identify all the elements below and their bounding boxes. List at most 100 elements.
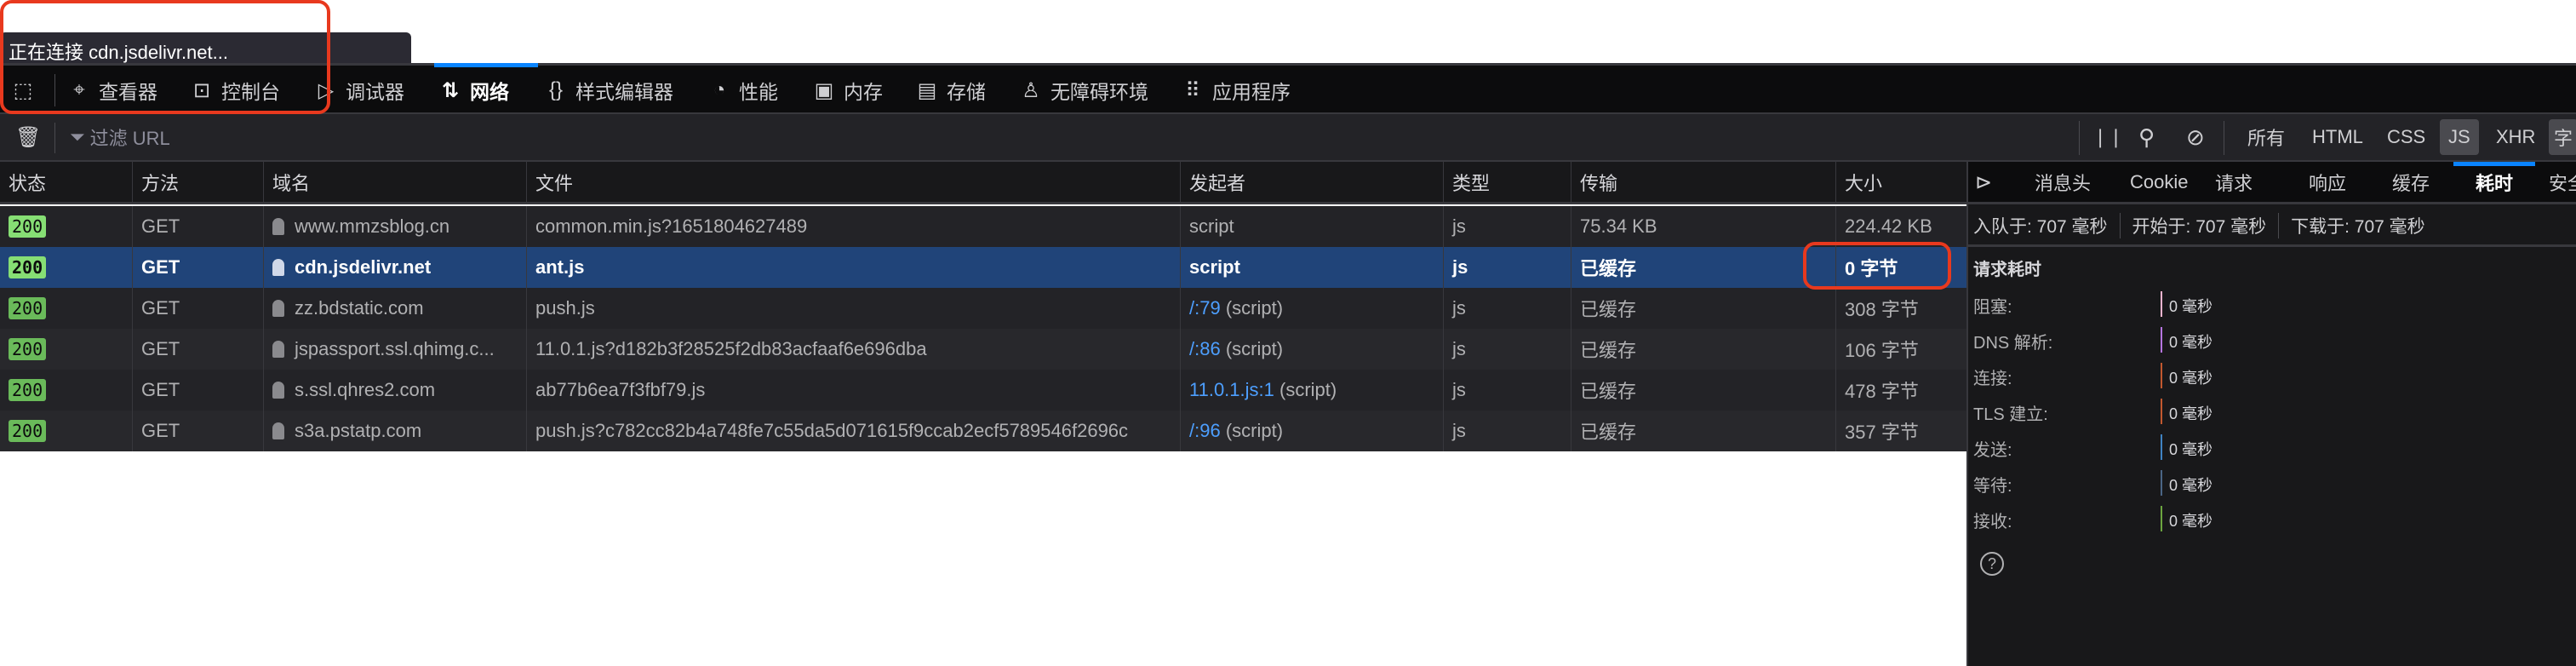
filter-all[interactable]: 所有: [2247, 114, 2285, 160]
tab-application[interactable]: ⠿ 应用程序: [1182, 66, 1291, 115]
tab-cookie[interactable]: Cookie: [2130, 162, 2188, 203]
table-row[interactable]: 200 GET jspassport.ssl.qhimg.c... 11.0.1.js…: [0, 329, 1966, 370]
search-button[interactable]: ⚲: [2138, 114, 2155, 160]
filter-xhr[interactable]: XHR: [2496, 114, 2535, 160]
timing-value: 0 毫秒: [2169, 370, 2213, 387]
col-file[interactable]: 文件: [526, 162, 1180, 202]
header-label: 域名: [272, 172, 311, 194]
status-badge: 200: [9, 420, 47, 442]
style-editor-icon: {}: [548, 78, 564, 101]
timing-bar: [2161, 434, 2162, 460]
status-badge: 200: [9, 256, 47, 278]
table-cell: 已缓存: [1571, 288, 1835, 329]
tab-label: 响应: [2309, 173, 2347, 194]
tab-request[interactable]: 请求: [2215, 162, 2253, 203]
table-cell: 200: [0, 288, 132, 329]
header-label: 大小: [1845, 172, 1883, 194]
col-size[interactable]: 大小: [1835, 162, 1966, 202]
tab-label: 内存: [844, 81, 883, 103]
method: GET: [141, 297, 180, 319]
started-at: 开始于: 707 毫秒: [2127, 212, 2280, 238]
tab-security[interactable]: 安全: [2549, 162, 2576, 203]
table-row[interactable]: 200 GET cdn.jsdelivr.net ant.js script js 已缓存 0…: [0, 247, 1966, 288]
timing-bar: [2161, 399, 2162, 424]
table-cell: GET: [132, 247, 263, 288]
col-method[interactable]: 方法: [132, 162, 263, 202]
timing-bar: [2161, 470, 2162, 496]
filter-html[interactable]: HTML: [2312, 114, 2363, 160]
timing-value: 0 毫秒: [2169, 441, 2213, 458]
timing-label: 等待:: [1973, 477, 2012, 496]
filter-label: 字: [2554, 128, 2573, 149]
tab-performance[interactable]: ◔ 性能: [708, 66, 778, 115]
table-cell: ab77b6ea7f3fbf79.js: [526, 370, 1180, 411]
col-type[interactable]: 类型: [1443, 162, 1571, 202]
tab-label: 请求: [2215, 173, 2253, 194]
file: common.min.js?1651804627489: [535, 215, 808, 237]
pause-icon: ❘❘: [2092, 126, 2124, 147]
initiator-link[interactable]: 11.0.1.js:1: [1189, 379, 1274, 401]
table-row[interactable]: 200 GET zz.bdstatic.com push.js /:79 (script…: [0, 288, 1966, 329]
transfer: 已缓存: [1580, 258, 1637, 279]
tab-network[interactable]: ⇅ 网络: [439, 66, 509, 115]
file: push.js?c782cc82b4a748fe7c55da5d071615f9…: [535, 420, 1129, 441]
col-domain[interactable]: 域名: [263, 162, 526, 202]
col-transfer[interactable]: 传输: [1571, 162, 1835, 202]
tab-label: 性能: [739, 81, 778, 103]
filter-js[interactable]: JS: [2440, 119, 2479, 155]
tab-cache[interactable]: 缓存: [2392, 162, 2430, 203]
table-row[interactable]: 200 GET s3a.pstatp.com push.js?c782cc82b4a7…: [0, 411, 1966, 451]
tab-label: 样式编辑器: [575, 81, 673, 103]
status-badge: 200: [9, 215, 47, 238]
filter-label: 所有: [2247, 128, 2286, 149]
tab-label: 安全: [2549, 173, 2576, 194]
transfer: 已缓存: [1580, 299, 1637, 320]
status-badge: 200: [9, 379, 47, 401]
size: 478 字节: [1845, 381, 1919, 402]
table-cell: 已缓存: [1571, 411, 1835, 451]
table-cell: /:86 (script): [1180, 329, 1443, 370]
initiator-link[interactable]: /:79: [1189, 297, 1221, 319]
pause-button[interactable]: ❘❘: [2092, 114, 2124, 160]
timing-value: 0 毫秒: [2169, 298, 2213, 315]
clear-button[interactable]: 🗑: [15, 114, 41, 160]
tab-storage[interactable]: ▤ 存储: [916, 66, 986, 115]
timing-bar: [2161, 506, 2162, 531]
table-row[interactable]: 200 GET www.mmzsblog.cn common.min.js?16518…: [0, 206, 1966, 247]
table-cell: GET: [132, 329, 263, 370]
tab-headers[interactable]: 消息头: [2035, 162, 2091, 203]
timing-label: 连接:: [1973, 370, 2012, 388]
tab-timings[interactable]: 耗时: [2476, 162, 2513, 203]
header-label: 文件: [535, 172, 574, 194]
initiator-link[interactable]: /:86: [1189, 338, 1221, 360]
accessibility-icon: ♙: [1022, 78, 1040, 102]
transfer: 已缓存: [1580, 381, 1637, 402]
timing-bar: [2161, 291, 2162, 317]
timing-bar: [2161, 327, 2162, 353]
lock-icon: [272, 300, 284, 317]
table-cell: www.mmzsblog.cn: [263, 206, 526, 247]
type: js: [1452, 256, 1468, 278]
table-cell: 200: [0, 247, 132, 288]
timing-label: DNS 解析:: [1973, 334, 2053, 353]
initiator-link[interactable]: /:96: [1189, 420, 1221, 442]
tab-memory[interactable]: ▣ 内存: [813, 66, 883, 115]
tab-style-editor[interactable]: {} 样式编辑器: [545, 66, 673, 115]
lock-icon: [272, 218, 284, 235]
tab-label: 存储: [947, 81, 986, 103]
network-icon: ⇅: [441, 78, 460, 102]
col-initiator[interactable]: 发起者: [1180, 162, 1443, 202]
domain: s.ssl.qhres2.com: [295, 379, 436, 400]
url-filter-input[interactable]: ⏷ 过滤 URL: [70, 114, 170, 160]
block-button[interactable]: ⊘: [2186, 114, 2205, 160]
help-icon[interactable]: ?: [1980, 552, 2004, 576]
filter-css[interactable]: CSS: [2387, 114, 2425, 160]
tab-response[interactable]: 响应: [2309, 162, 2346, 203]
tab-accessibility[interactable]: ♙ 无障碍环境: [1020, 66, 1148, 115]
col-status[interactable]: 状态: [0, 162, 132, 202]
table-row[interactable]: 200 GET s.ssl.qhres2.com ab77b6ea7f3fbf79.j…: [0, 370, 1966, 411]
toggle-panel-button[interactable]: ⊳: [1975, 162, 1992, 203]
filter-fonts[interactable]: 字: [2549, 119, 2576, 155]
table-cell: push.js: [526, 288, 1180, 329]
domain: cdn.jsdelivr.net: [295, 256, 432, 278]
